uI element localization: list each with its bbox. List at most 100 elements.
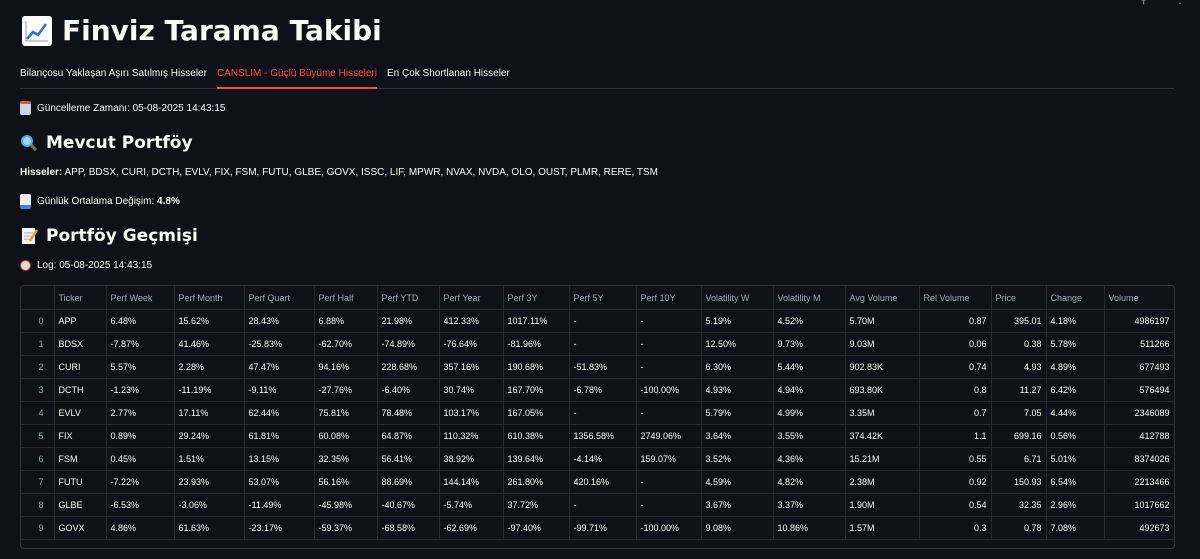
table-cell: 60.08% xyxy=(314,424,378,448)
table-cell: 6.42% xyxy=(1046,378,1105,402)
log-text: Log: 05-08-2025 14:43:15 xyxy=(37,260,153,271)
table-cell: -51.83% xyxy=(569,355,637,379)
table-cell: 139.64% xyxy=(503,447,570,471)
table-cell: 12.50% xyxy=(701,332,774,356)
table-cell: -11.49% xyxy=(244,493,315,517)
tab-oversold-earnings[interactable]: Bilançosu Yaklaşan Aşırı Satılmış Hissel… xyxy=(20,64,207,87)
avg-change-label: Günlük Ortalama Değişim: xyxy=(37,196,158,207)
table-cell: -40.67% xyxy=(377,493,440,517)
table-cell: 0.74 xyxy=(919,355,992,379)
table-cell: 88.69% xyxy=(377,470,440,494)
table-cell: - xyxy=(569,493,637,517)
table-cell: 357.16% xyxy=(439,355,504,379)
column-header[interactable]: Volatility W xyxy=(701,286,774,310)
table-cell: 5.79% xyxy=(701,401,774,425)
table-cell: FUTU xyxy=(54,470,107,494)
table-cell: 902.83K xyxy=(845,355,920,379)
table-cell: GLBE xyxy=(54,493,107,517)
column-header[interactable]: Rel Volume xyxy=(919,286,992,310)
column-header[interactable]: Perf Half xyxy=(314,286,378,310)
table-cell: APP xyxy=(54,309,107,333)
row-index: 5 xyxy=(21,424,55,448)
title-text: Finviz Tarama Takibi xyxy=(62,14,382,47)
table-cell: 6.48% xyxy=(106,309,175,333)
table-cell: -59.37% xyxy=(314,516,378,540)
table-row[interactable]: 1 BDSX -7.87% 41.46% -25.83% -62.70% -74.89% -7… xyxy=(21,332,1174,356)
table-cell: -6.78% xyxy=(569,378,637,402)
table-row[interactable]: 7 FUTU -7.22% 23.93% 53.07% 56.16% 88.69% 144.1… xyxy=(21,470,1174,494)
column-header[interactable]: Price xyxy=(991,286,1047,310)
tab-most-shorted[interactable]: En Çok Shortlanan Hisseler xyxy=(387,64,510,87)
table-cell: 6.71 xyxy=(991,447,1047,471)
column-header[interactable]: Perf Quart xyxy=(244,286,315,310)
table-cell: 4.59% xyxy=(701,470,774,494)
column-header[interactable]: Volume xyxy=(1104,286,1174,310)
table-row[interactable]: 8 GLBE -6.53% -3.06% -11.49% -45.98% -40.67% -5… xyxy=(21,493,1174,517)
table-cell: 56.16% xyxy=(314,470,378,494)
table-cell: 9.03M xyxy=(845,332,920,356)
page-title: Finviz Tarama Takibi xyxy=(22,14,382,47)
row-index: 8 xyxy=(21,493,55,517)
table-cell: 78.48% xyxy=(377,401,440,425)
alarm-clock-icon xyxy=(20,260,31,271)
column-header[interactable]: Perf 5Y xyxy=(569,286,637,310)
table-cell: 0.55 xyxy=(919,447,992,471)
table-cell: 167.70% xyxy=(503,378,570,402)
table-row[interactable]: 4 EVLV 2.77% 17.11% 62.44% 75.81% 78.48% 103.17… xyxy=(21,401,1174,425)
stocks-list: APP, BDSX, CURI, DCTH, EVLV, FIX, FSM, F… xyxy=(62,167,658,178)
row-index: 3 xyxy=(21,378,55,402)
table-cell: -4.14% xyxy=(569,447,637,471)
table-row[interactable]: 6 FSM 0.45% 1.51% 13.15% 32.35% 56.41% 38.92% 13… xyxy=(21,447,1174,471)
table-cell: 5.78% xyxy=(1046,332,1105,356)
table-cell: 4.89% xyxy=(1046,355,1105,379)
table-cell: - xyxy=(636,309,702,333)
table-cell: FIX xyxy=(54,424,107,448)
table-cell: -9.11% xyxy=(244,378,315,402)
table-cell: - xyxy=(636,401,702,425)
table-cell: 0.06 xyxy=(919,332,992,356)
table-cell: 5.44% xyxy=(773,355,846,379)
table-cell: - xyxy=(636,332,702,356)
column-header[interactable] xyxy=(21,286,55,310)
table-cell: 61.81% xyxy=(244,424,315,448)
column-header[interactable]: Avg Volume xyxy=(845,286,920,310)
chart-icon xyxy=(22,15,52,46)
column-header[interactable]: Perf 10Y xyxy=(636,286,702,310)
search-icon[interactable]: ⚲ xyxy=(1139,0,1148,6)
table-cell: - xyxy=(569,309,637,333)
table-cell: 0.3 xyxy=(919,516,992,540)
table-row[interactable]: 5 FIX 0.89% 29.24% 61.81% 60.08% 64.87% 110.32%… xyxy=(21,424,1174,448)
table-cell: 395.01 xyxy=(991,309,1047,333)
table-cell: 1017.11% xyxy=(503,309,570,333)
column-header[interactable]: Change xyxy=(1046,286,1105,310)
table-cell: 144.14% xyxy=(439,470,504,494)
table-row[interactable]: 2 CURI 5.57% 2.28% 47.47% 94.16% 228.68% 357.16… xyxy=(21,355,1174,379)
column-header[interactable]: Perf 3Y xyxy=(503,286,570,310)
table-cell: 29.24% xyxy=(174,424,245,448)
table-cell: - xyxy=(569,332,637,356)
table-cell: 9.73% xyxy=(773,332,846,356)
table-header: Ticker Perf Week Perf Month Perf Quart Perf … xyxy=(21,286,1174,310)
table-body: 0 APP 6.48% 15.62% 28.43% 6.88% 21.98% 412.33% 1… xyxy=(21,309,1174,540)
table-cell: 693.80K xyxy=(845,378,920,402)
table-cell: -7.87% xyxy=(106,332,175,356)
table-row[interactable]: 0 APP 6.48% 15.62% 28.43% 6.88% 21.98% 412.33% 1… xyxy=(21,309,1174,333)
table-row[interactable]: 3 DCTH -1.23% -11.19% -9.11% -27.76% -6.40% 30.… xyxy=(21,378,1174,402)
tab-canslim[interactable]: CANSLIM - Güçlü Büyüme Hisseleri xyxy=(216,64,377,89)
menu-icon[interactable]: ⋮ xyxy=(1174,0,1186,6)
table-row[interactable]: 9 GOVX 4.86% 61.63% -23.17% -59.37% -68.58% -62… xyxy=(21,516,1174,540)
table-cell: 167.05% xyxy=(503,401,570,425)
table-cell: 1017662 xyxy=(1104,493,1174,517)
table-cell: EVLV xyxy=(54,401,107,425)
row-index: 7 xyxy=(21,470,55,494)
table-cell: 30.74% xyxy=(439,378,504,402)
column-header[interactable]: Perf Month xyxy=(174,286,245,310)
column-header[interactable]: Perf YTD xyxy=(377,286,440,310)
update-time: Güncelleme Zamanı: 05-08-2025 14:43:15 xyxy=(37,102,226,114)
column-header[interactable]: Perf Week xyxy=(106,286,175,310)
portfolio-table[interactable]: Ticker Perf Week Perf Month Perf Quart Perf … xyxy=(20,285,1175,549)
column-header[interactable]: Volatility M xyxy=(773,286,846,310)
column-header[interactable]: Ticker xyxy=(54,286,107,310)
memo-icon xyxy=(20,227,38,245)
column-header[interactable]: Perf Year xyxy=(439,286,504,310)
